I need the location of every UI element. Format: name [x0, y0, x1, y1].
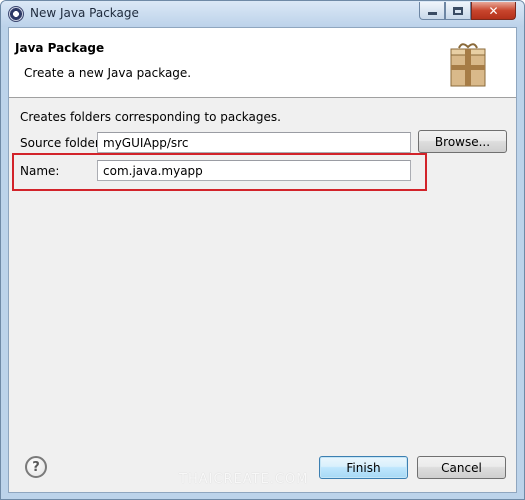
minimize-button[interactable]	[419, 2, 445, 20]
watermark: THAICREATE.COM	[179, 472, 309, 487]
maximize-icon	[453, 6, 463, 15]
cancel-button[interactable]: Cancel	[417, 456, 506, 479]
eclipse-icon	[8, 6, 24, 22]
package-name-input[interactable]	[97, 160, 411, 181]
source-folder-input[interactable]	[97, 132, 411, 153]
banner-subtitle: Create a new Java package.	[24, 66, 192, 80]
help-icon[interactable]: ?	[25, 456, 47, 478]
package-icon	[450, 43, 486, 87]
maximize-button[interactable]	[445, 2, 471, 20]
minimize-icon	[427, 12, 437, 15]
close-button[interactable]: ✕	[471, 2, 516, 20]
dialog-client-area: Java Package Create a new Java package. …	[8, 27, 517, 493]
close-icon: ✕	[488, 3, 499, 18]
page-description: Creates folders corresponding to package…	[20, 110, 281, 124]
window-title: New Java Package	[30, 6, 139, 20]
dialog-window: New Java Package ✕ Java Package Create a…	[0, 0, 525, 500]
source-folder-label: Source folder:	[20, 136, 104, 150]
wizard-banner: Java Package Create a new Java package.	[9, 28, 516, 98]
title-bar[interactable]: New Java Package ✕	[1, 1, 524, 27]
name-label: Name:	[20, 164, 60, 178]
browse-button[interactable]: Browse...	[418, 130, 507, 153]
finish-button[interactable]: Finish	[319, 456, 408, 479]
banner-title: Java Package	[15, 41, 105, 55]
